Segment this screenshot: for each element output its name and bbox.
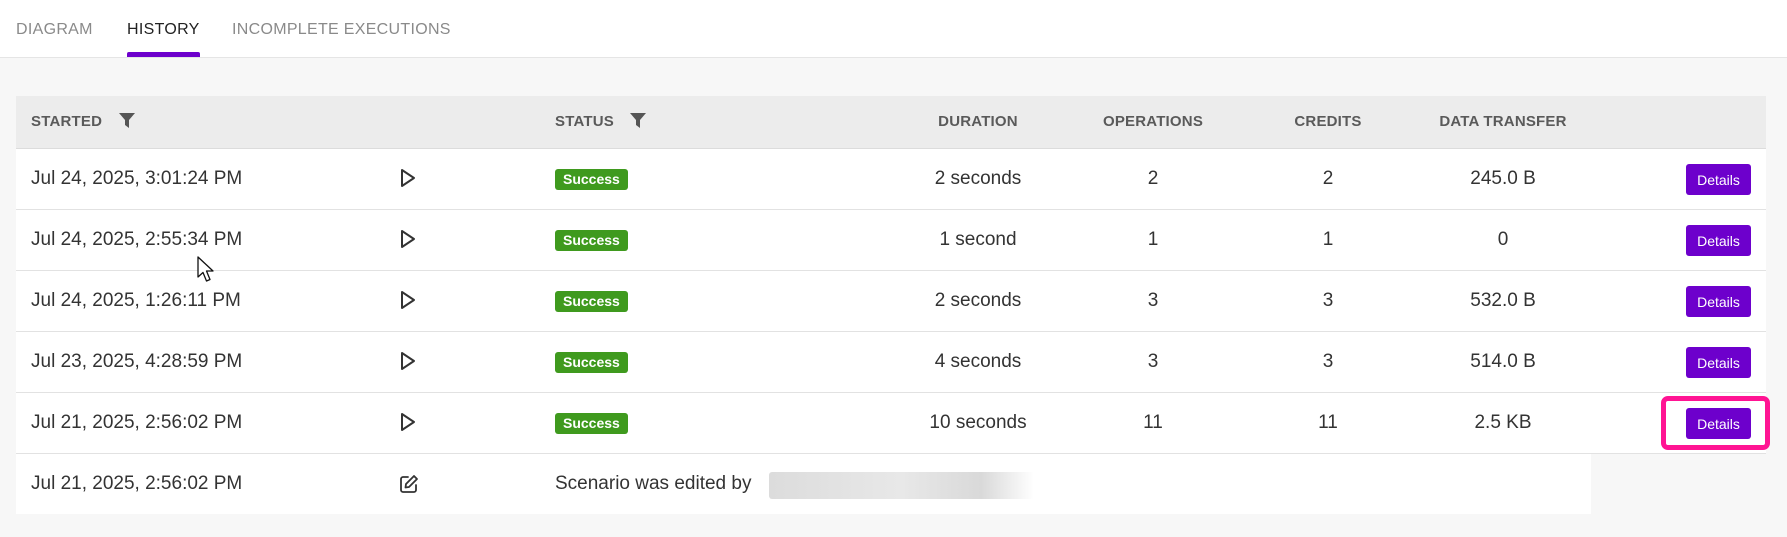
status-badge: Success bbox=[555, 291, 628, 312]
header-started[interactable]: STARTED bbox=[31, 96, 135, 148]
header-status[interactable]: STATUS bbox=[555, 96, 647, 148]
duration-cell: 4 seconds bbox=[934, 351, 1022, 372]
tab-history[interactable]: HISTORY bbox=[127, 0, 200, 57]
table-row: Jul 24, 2025, 3:01:24 PM Success 2 secon… bbox=[16, 149, 1766, 210]
details-button[interactable]: Details bbox=[1686, 225, 1751, 256]
status-badge: Success bbox=[555, 230, 628, 251]
credits-cell: 3 bbox=[1322, 290, 1334, 311]
data-transfer-cell: 532.0 B bbox=[1470, 290, 1536, 311]
history-table: STARTED STATUS DURATION OPERATIONS CREDI… bbox=[16, 96, 1766, 514]
data-transfer-cell: 0 bbox=[1497, 229, 1509, 250]
credits-cell: 1 bbox=[1322, 229, 1334, 250]
edit-message: Scenario was edited by bbox=[555, 473, 752, 494]
header-credits: CREDITS bbox=[1294, 113, 1362, 130]
started-cell: Jul 24, 2025, 3:01:24 PM bbox=[31, 168, 243, 189]
header-operations: OPERATIONS bbox=[1102, 113, 1204, 130]
filter-icon[interactable] bbox=[118, 112, 135, 128]
header-duration: DURATION bbox=[938, 113, 1018, 130]
status-badge: Success bbox=[555, 169, 628, 190]
play-icon[interactable] bbox=[399, 229, 417, 249]
header-data-transfer: DATA TRANSFER bbox=[1439, 113, 1567, 130]
operations-cell: 3 bbox=[1147, 351, 1159, 372]
edit-icon[interactable] bbox=[399, 474, 419, 494]
details-button[interactable]: Details bbox=[1686, 347, 1751, 378]
data-transfer-cell: 245.0 B bbox=[1470, 168, 1536, 189]
status-badge: Success bbox=[555, 352, 628, 373]
operations-cell: 11 bbox=[1143, 412, 1163, 433]
tab-diagram[interactable]: DIAGRAM bbox=[16, 0, 93, 57]
tab-bar: DIAGRAM HISTORY INCOMPLETE EXECUTIONS bbox=[0, 0, 1787, 58]
tab-incomplete-executions[interactable]: INCOMPLETE EXECUTIONS bbox=[232, 0, 451, 57]
status-badge: Success bbox=[555, 413, 628, 434]
started-cell: Jul 21, 2025, 2:56:02 PM bbox=[31, 412, 243, 433]
duration-cell: 2 seconds bbox=[934, 168, 1022, 189]
table-row: Jul 21, 2025, 2:56:02 PM Success 10 seco… bbox=[16, 393, 1766, 454]
started-cell: Jul 21, 2025, 2:56:02 PM bbox=[31, 473, 243, 494]
play-icon[interactable] bbox=[399, 168, 417, 188]
duration-cell: 1 second bbox=[939, 229, 1017, 250]
table-row: Jul 24, 2025, 1:26:11 PM Success 2 secon… bbox=[16, 271, 1766, 332]
table-row: Jul 23, 2025, 4:28:59 PM Success 4 secon… bbox=[16, 332, 1766, 393]
table-row: Jul 24, 2025, 2:55:34 PM Success 1 secon… bbox=[16, 210, 1766, 271]
play-icon[interactable] bbox=[399, 412, 417, 432]
play-icon[interactable] bbox=[399, 290, 417, 310]
operations-cell: 3 bbox=[1147, 290, 1159, 311]
header-status-label: STATUS bbox=[555, 113, 614, 130]
credits-cell: 11 bbox=[1318, 412, 1338, 433]
started-cell: Jul 23, 2025, 4:28:59 PM bbox=[31, 351, 243, 372]
details-button[interactable]: Details bbox=[1686, 286, 1751, 317]
filter-icon[interactable] bbox=[630, 112, 647, 128]
table-header: STARTED STATUS DURATION OPERATIONS CREDI… bbox=[16, 96, 1766, 149]
data-transfer-cell: 2.5 KB bbox=[1474, 412, 1532, 433]
credits-cell: 3 bbox=[1322, 351, 1334, 372]
data-transfer-cell: 514.0 B bbox=[1470, 351, 1536, 372]
operations-cell: 1 bbox=[1147, 229, 1159, 250]
duration-cell: 2 seconds bbox=[934, 290, 1022, 311]
details-button[interactable]: Details bbox=[1686, 164, 1751, 195]
details-button[interactable]: Details bbox=[1686, 408, 1751, 439]
header-started-label: STARTED bbox=[31, 113, 103, 130]
credits-cell: 2 bbox=[1322, 168, 1334, 189]
play-icon[interactable] bbox=[399, 351, 417, 371]
operations-cell: 2 bbox=[1147, 168, 1159, 189]
redacted-username bbox=[769, 472, 1034, 499]
mouse-cursor-icon bbox=[197, 256, 214, 282]
duration-cell: 10 seconds bbox=[929, 412, 1027, 433]
